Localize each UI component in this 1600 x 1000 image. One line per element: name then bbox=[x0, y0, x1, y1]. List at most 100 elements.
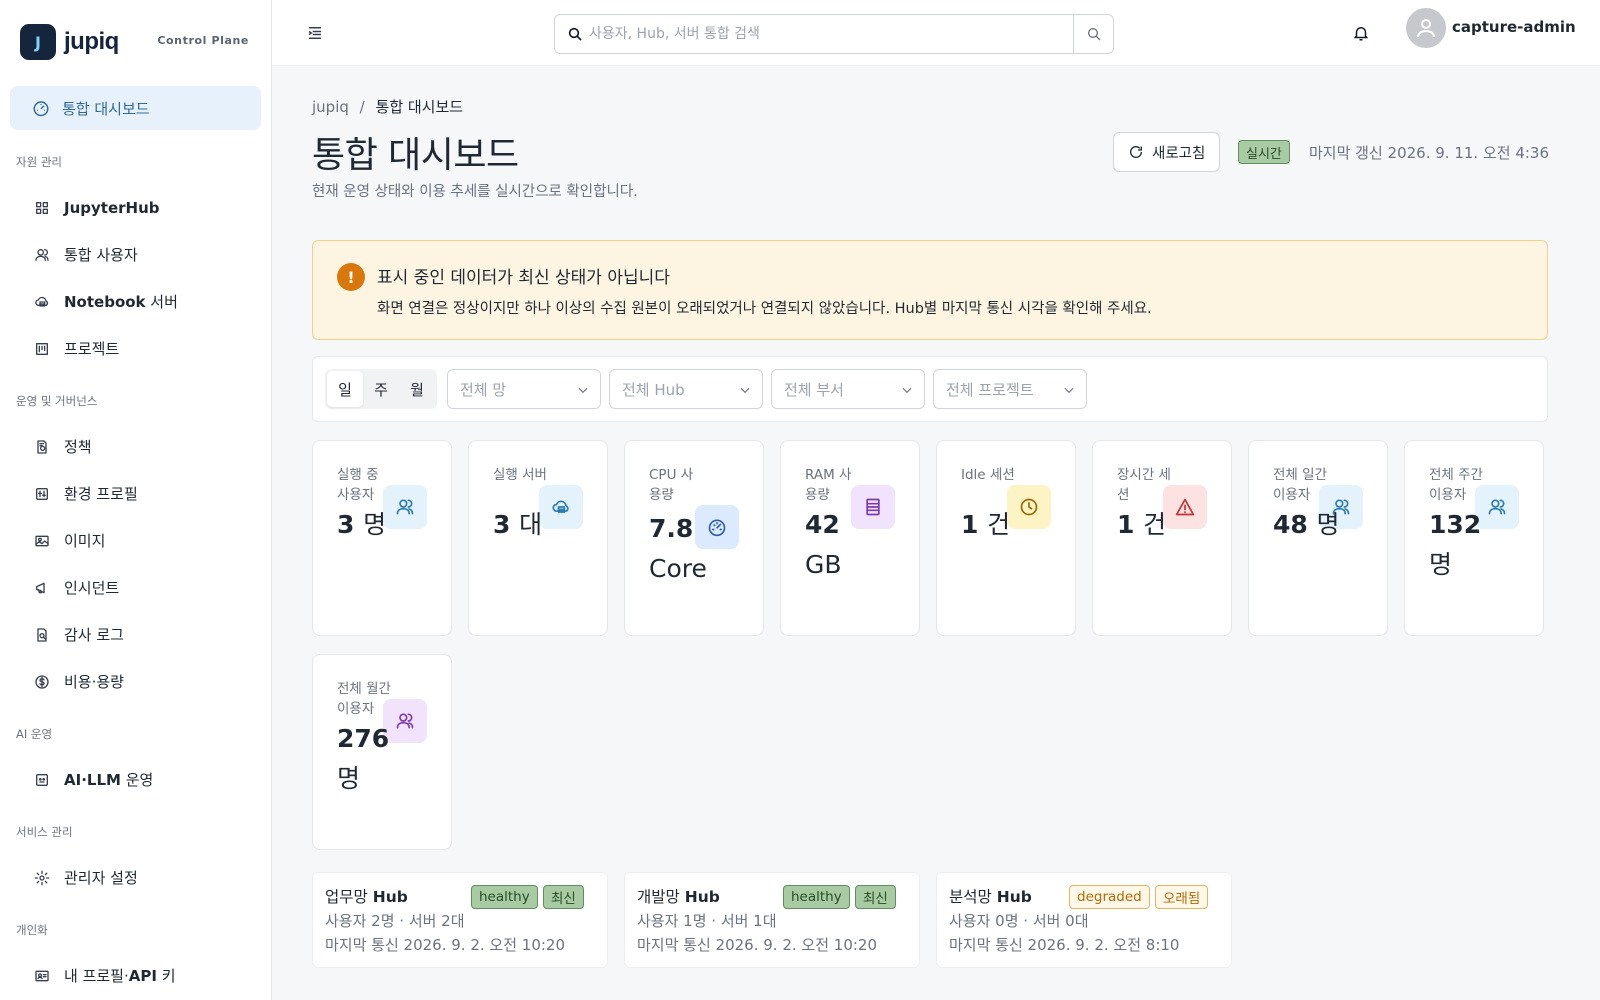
sidebar-item-0-2[interactable]: Notebook 서버 bbox=[0, 278, 270, 325]
hub-name-prefix: 개발망 bbox=[637, 888, 680, 906]
refresh-button[interactable]: 새로고침 bbox=[1113, 132, 1221, 172]
page-subtitle: 현재 운영 상태와 이용 추세를 실시간으로 확인합니다. bbox=[312, 184, 638, 200]
hub-card[interactable]: 개발망 Hub healthy 최신 사용자 1명 · 서버 1대 마지막 통신 202… bbox=[624, 872, 920, 968]
project-select-value: 전체 프로젝트 bbox=[946, 380, 1034, 399]
sidebar-item-label-pre: 내 프로필· bbox=[64, 967, 129, 985]
metric-number: 3 bbox=[493, 510, 511, 539]
sidebar: J jupiq Control Plane 통합 대시보드 자원 관리 Jupyt… bbox=[0, 0, 272, 1000]
brand: J jupiq Control Plane bbox=[0, 0, 271, 84]
sidebar-item-0-1[interactable]: 통합 사용자 bbox=[0, 231, 270, 278]
metric-card: CPU 사용량 7.8 Core bbox=[624, 440, 764, 636]
hub-stats: 사용자 0명 · 서버 0대 bbox=[949, 912, 1089, 930]
sidebar-section-title: 운영 및 거버넌스 bbox=[16, 394, 98, 408]
metric-value: 42 GB bbox=[805, 505, 885, 585]
hub-stats: 사용자 2명 · 서버 2대 bbox=[325, 912, 465, 930]
sidebar-item-3-0[interactable]: 관리자 설정 bbox=[0, 854, 270, 901]
hub-freshness-badge: 오래됨 bbox=[1155, 885, 1209, 909]
hub-name: 개발망 Hub bbox=[637, 885, 720, 907]
metric-card: 전체 주간 이용자 132 명 bbox=[1404, 440, 1544, 636]
metric-value: 1 건 bbox=[1117, 505, 1197, 545]
search-input[interactable] bbox=[589, 15, 1073, 53]
sidebar-item-1-0[interactable]: 정책 bbox=[0, 423, 270, 470]
network-select[interactable]: 전체 망 bbox=[447, 369, 601, 409]
sidebar-item-label: 정책 bbox=[64, 438, 92, 456]
alert-message: 화면 연결은 정상이지만 하나 이상의 수집 원본이 오래되었거나 연결되지 않… bbox=[377, 301, 1152, 317]
hub-name-prefix: 분석망 bbox=[949, 888, 992, 906]
sidebar-section-title: 개인화 bbox=[16, 923, 48, 937]
metric-number: 48 bbox=[1273, 510, 1308, 539]
metric-number: 7.8 bbox=[649, 514, 694, 543]
metric-value: 276 명 bbox=[337, 719, 417, 799]
username[interactable]: capture-admin bbox=[1452, 18, 1576, 36]
sidebar-item-label: 이미지 bbox=[64, 532, 106, 550]
sidebar-item-label: 비용·용량 bbox=[64, 673, 124, 691]
stale-data-alert: ! 표시 중인 데이터가 최신 상태가 아닙니다 화면 연결은 정상이지만 하나… bbox=[312, 240, 1548, 340]
metric-number: 132 bbox=[1429, 510, 1482, 539]
brand-name[interactable]: jupiq bbox=[64, 28, 119, 56]
dashboard-icon bbox=[33, 101, 49, 117]
metric-card: 실행 중 사용자 3 명 bbox=[312, 440, 452, 636]
sidebar-item-1-5[interactable]: 비용·용량 bbox=[0, 658, 270, 705]
sidebar-item-1-1[interactable]: 환경 프로필 bbox=[0, 470, 270, 517]
chevron-down-icon bbox=[578, 387, 588, 394]
metric-card: Idle 세션 1 건 bbox=[936, 440, 1076, 636]
jupiq-logo-icon[interactable]: J bbox=[20, 24, 56, 60]
search-icon bbox=[1087, 28, 1100, 41]
hub-last-communication: 마지막 통신 2026. 9. 2. 오전 10:20 bbox=[325, 936, 566, 954]
hub-last-communication: 마지막 통신 2026. 9. 2. 오전 10:20 bbox=[637, 936, 878, 954]
hub-select-value: 전체 Hub bbox=[622, 380, 685, 399]
sidebar-item-label: 환경 프로필 bbox=[64, 485, 138, 503]
breadcrumb-root[interactable]: jupiq bbox=[312, 98, 349, 116]
sidebar-item-label-bold: API bbox=[128, 966, 157, 985]
sidebar-item-0-0[interactable]: JupyterHub bbox=[0, 184, 270, 231]
search-button[interactable] bbox=[1073, 15, 1113, 53]
metric-unit: 명 bbox=[363, 510, 387, 539]
gear-icon bbox=[34, 870, 50, 885]
policy-icon bbox=[37, 439, 47, 454]
metric-value: 3 명 bbox=[337, 505, 417, 545]
grid-icon bbox=[36, 201, 48, 214]
topbar: capture-admin bbox=[272, 0, 1600, 66]
bell-icon[interactable] bbox=[1352, 24, 1370, 42]
sidebar-section-title: 서비스 관리 bbox=[16, 825, 73, 839]
menu-toggle-icon[interactable] bbox=[306, 24, 324, 42]
megaphone-icon bbox=[36, 582, 45, 593]
metric-unit: 건 bbox=[987, 510, 1011, 539]
hub-name-suffix: Hub bbox=[684, 888, 720, 906]
live-badge: 실시간 bbox=[1238, 140, 1290, 164]
metric-unit: 명 bbox=[1429, 550, 1453, 579]
metric-unit: 건 bbox=[1143, 510, 1167, 539]
metric-card: 실행 서버 3 대 bbox=[468, 440, 608, 636]
avatar[interactable] bbox=[1406, 8, 1446, 48]
department-select[interactable]: 전체 부서 bbox=[771, 369, 925, 409]
hub-select[interactable]: 전체 Hub bbox=[609, 369, 763, 409]
hub-name: 업무망 Hub bbox=[325, 885, 408, 907]
page-title: 통합 대시보드 bbox=[312, 135, 519, 176]
sidebar-item-4-0[interactable]: 내 프로필· API 키 bbox=[0, 952, 270, 999]
users-icon bbox=[35, 248, 49, 261]
metric-unit: GB bbox=[805, 550, 842, 579]
sidebar-item-label-rest: 키 bbox=[156, 967, 176, 985]
project-select[interactable]: 전체 프로젝트 bbox=[933, 369, 1087, 409]
period-week[interactable]: 주 bbox=[363, 371, 399, 407]
sidebar-item-2-0[interactable]: AI·LLM 운영 bbox=[0, 756, 270, 803]
period-day[interactable]: 일 bbox=[327, 371, 363, 407]
hub-status-badge: healthy bbox=[783, 885, 850, 909]
sidebar-item-1-3[interactable]: 인시던트 bbox=[0, 564, 270, 611]
period-month[interactable]: 월 bbox=[399, 371, 435, 407]
metric-unit: Core bbox=[649, 554, 707, 583]
sidebar-item-label-bold: AI·LLM bbox=[64, 770, 121, 789]
chevron-down-icon bbox=[740, 387, 750, 394]
hub-freshness-badge: 최신 bbox=[543, 885, 584, 909]
sidebar-item-dashboard[interactable]: 통합 대시보드 bbox=[10, 86, 261, 130]
hub-card[interactable]: 업무망 Hub healthy 최신 사용자 2명 · 서버 2대 마지막 통신 202… bbox=[312, 872, 608, 968]
metric-number: 3 bbox=[337, 510, 355, 539]
hub-card[interactable]: 분석망 Hub degraded 오래됨 사용자 0명 · 서버 0대 마지막 통신 2… bbox=[936, 872, 1232, 968]
metric-number: 42 bbox=[805, 510, 840, 539]
sidebar-item-label-rest: 운영 bbox=[120, 771, 154, 789]
id-card-icon bbox=[35, 970, 49, 981]
sidebar-item-1-4[interactable]: 감사 로그 bbox=[0, 611, 270, 658]
sidebar-item-1-2[interactable]: 이미지 bbox=[0, 517, 270, 564]
metric-label: Idle 세션 bbox=[961, 467, 1015, 483]
sidebar-item-0-3[interactable]: 프로젝트 bbox=[0, 325, 270, 372]
